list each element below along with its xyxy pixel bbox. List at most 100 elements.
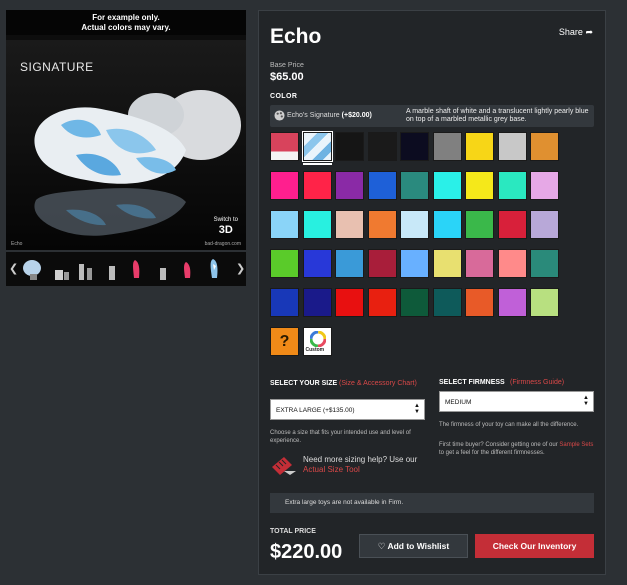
- color-swatch[interactable]: [335, 132, 364, 161]
- sample-set-help-text: First time buyer? Consider getting one o…: [439, 441, 594, 457]
- firmness-select[interactable]: MEDIUM ▲ ▼: [439, 391, 594, 412]
- sample-help-pre: First time buyer? Consider getting one o…: [439, 442, 558, 448]
- select-arrows-icon: ▲ ▼: [414, 403, 420, 415]
- color-swatch[interactable]: [497, 132, 527, 161]
- color-swatch[interactable]: [530, 132, 559, 161]
- thumbnail[interactable]: [126, 256, 148, 282]
- three-d-label: 3D: [218, 224, 233, 236]
- firmness-guide-link[interactable]: (Firmness Guide): [510, 379, 564, 386]
- thumbnail[interactable]: [152, 256, 174, 282]
- color-swatch[interactable]: [432, 210, 462, 239]
- size-select[interactable]: EXTRA LARGE (+$135.00) ▲ ▼: [270, 399, 425, 420]
- color-swatch[interactable]: [530, 171, 559, 200]
- color-swatch[interactable]: [465, 249, 494, 278]
- color-swatch[interactable]: [335, 288, 364, 317]
- color-swatch[interactable]: [270, 132, 299, 161]
- thumbnail[interactable]: [49, 256, 71, 282]
- thumbnail[interactable]: [22, 256, 44, 282]
- size-chart-link[interactable]: (Size & Accessory Chart): [339, 379, 419, 388]
- color-swatch[interactable]: [301, 131, 333, 162]
- color-swatch[interactable]: [465, 132, 494, 161]
- selected-color-description: A marble shaft of white and a translucen…: [406, 108, 589, 123]
- color-swatch[interactable]: [400, 132, 429, 161]
- add-to-wishlist-button[interactable]: ♡ Add to Wishlist: [359, 534, 468, 558]
- color-swatch[interactable]: [497, 288, 527, 317]
- color-swatch[interactable]: [465, 210, 494, 239]
- size-heading: SELECT YOUR SIZE: [270, 380, 338, 387]
- sizing-help-prompt: Need more sizing help? Use our Actual Si…: [303, 455, 428, 475]
- firmness-heading: SELECT FIRMNESS: [439, 379, 505, 386]
- color-swatch[interactable]: [270, 171, 299, 200]
- color-swatch[interactable]: [367, 171, 397, 200]
- color-swatch[interactable]: [400, 210, 429, 239]
- color-swatch[interactable]: [270, 288, 299, 317]
- image-caption: Echo: [11, 241, 23, 247]
- custom-label: Custom: [305, 347, 325, 353]
- color-swatch[interactable]: [432, 171, 462, 200]
- color-swatch[interactable]: [465, 171, 494, 200]
- color-swatch[interactable]: [400, 249, 429, 278]
- sizing-help-text: Need more sizing help? Use our: [303, 455, 418, 464]
- color-swatch[interactable]: [432, 288, 462, 317]
- check-inventory-button[interactable]: Check Our Inventory: [475, 534, 594, 558]
- color-swatch[interactable]: [530, 210, 559, 239]
- site-watermark: bad-dragon.com: [204, 241, 241, 247]
- selected-swatch-indicator: [302, 163, 332, 165]
- thumbnail[interactable]: [204, 256, 226, 282]
- sample-help-post: to get a feel for the different firmness…: [439, 450, 545, 456]
- color-swatch[interactable]: [302, 249, 332, 278]
- color-swatch[interactable]: [367, 288, 397, 317]
- selected-color-name: Echo's Signature (+$20.00): [287, 112, 372, 119]
- mystery-swatch[interactable]: ?: [270, 327, 299, 356]
- color-wheel-icon: [309, 331, 326, 347]
- base-price: $65.00: [270, 71, 304, 83]
- custom-color-swatch[interactable]: Custom: [302, 327, 332, 356]
- color-swatch[interactable]: [367, 132, 397, 161]
- heart-icon: ♡: [377, 541, 386, 551]
- color-swatch[interactable]: [302, 210, 332, 239]
- color-swatch[interactable]: [530, 288, 559, 317]
- actual-size-tool-link[interactable]: Actual Size Tool: [303, 465, 360, 474]
- color-swatch[interactable]: [400, 171, 429, 200]
- switch-to-label: Switch to: [213, 217, 238, 223]
- product-gallery: For example only. Actual colors may vary…: [6, 10, 246, 286]
- signature-brand: SIGNATURE: [20, 60, 94, 74]
- color-swatch[interactable]: [302, 171, 332, 200]
- product-options-panel: Echo Share ➦ Base Price $65.00 COLOR Ech…: [258, 10, 606, 575]
- color-swatch[interactable]: [465, 288, 494, 317]
- color-swatch[interactable]: [497, 171, 527, 200]
- select-arrows-icon: ▲ ▼: [583, 395, 589, 407]
- color-swatch[interactable]: [367, 210, 397, 239]
- color-swatch[interactable]: [432, 132, 462, 161]
- size-select-value: EXTRA LARGE (+$135.00): [276, 407, 355, 414]
- firmness-select-value: MEDIUM: [445, 399, 472, 406]
- color-swatch[interactable]: [432, 249, 462, 278]
- color-swatch[interactable]: [497, 210, 527, 239]
- color-name: Echo's Signature: [287, 112, 340, 119]
- thumbnail[interactable]: [101, 256, 123, 282]
- color-swatch[interactable]: [367, 249, 397, 278]
- color-swatch[interactable]: [530, 249, 559, 278]
- chevron-left-icon[interactable]: ❮: [9, 262, 18, 275]
- color-swatch[interactable]: [270, 249, 299, 278]
- sample-sets-link[interactable]: Sample Sets: [559, 442, 593, 448]
- color-swatch[interactable]: [270, 210, 299, 239]
- color-swatch[interactable]: [335, 210, 364, 239]
- main-product-image[interactable]: For example only. Actual colors may vary…: [6, 10, 246, 250]
- color-swatch[interactable]: [335, 249, 364, 278]
- thumbnail[interactable]: [75, 256, 97, 282]
- color-swatch[interactable]: [302, 288, 332, 317]
- size-help-text: Choose a size that fits your intended us…: [270, 430, 411, 444]
- thumbnail[interactable]: [177, 256, 199, 282]
- color-swatch[interactable]: [335, 171, 364, 200]
- color-swatch[interactable]: [497, 249, 527, 278]
- color-heading: COLOR: [270, 93, 298, 100]
- wishlist-label: Add to Wishlist: [387, 541, 450, 551]
- chevron-right-icon[interactable]: ❯: [236, 262, 245, 275]
- firmness-help-text: The firmness of your toy can make all th…: [439, 422, 579, 428]
- switch-to-3d-button[interactable]: Switch to 3D: [213, 216, 238, 236]
- color-swatch[interactable]: [400, 288, 429, 317]
- share-button[interactable]: Share ➦: [559, 27, 593, 38]
- share-label: Share: [558, 27, 583, 37]
- selected-color-info: Echo's Signature (+$20.00) A marble shaf…: [270, 105, 594, 127]
